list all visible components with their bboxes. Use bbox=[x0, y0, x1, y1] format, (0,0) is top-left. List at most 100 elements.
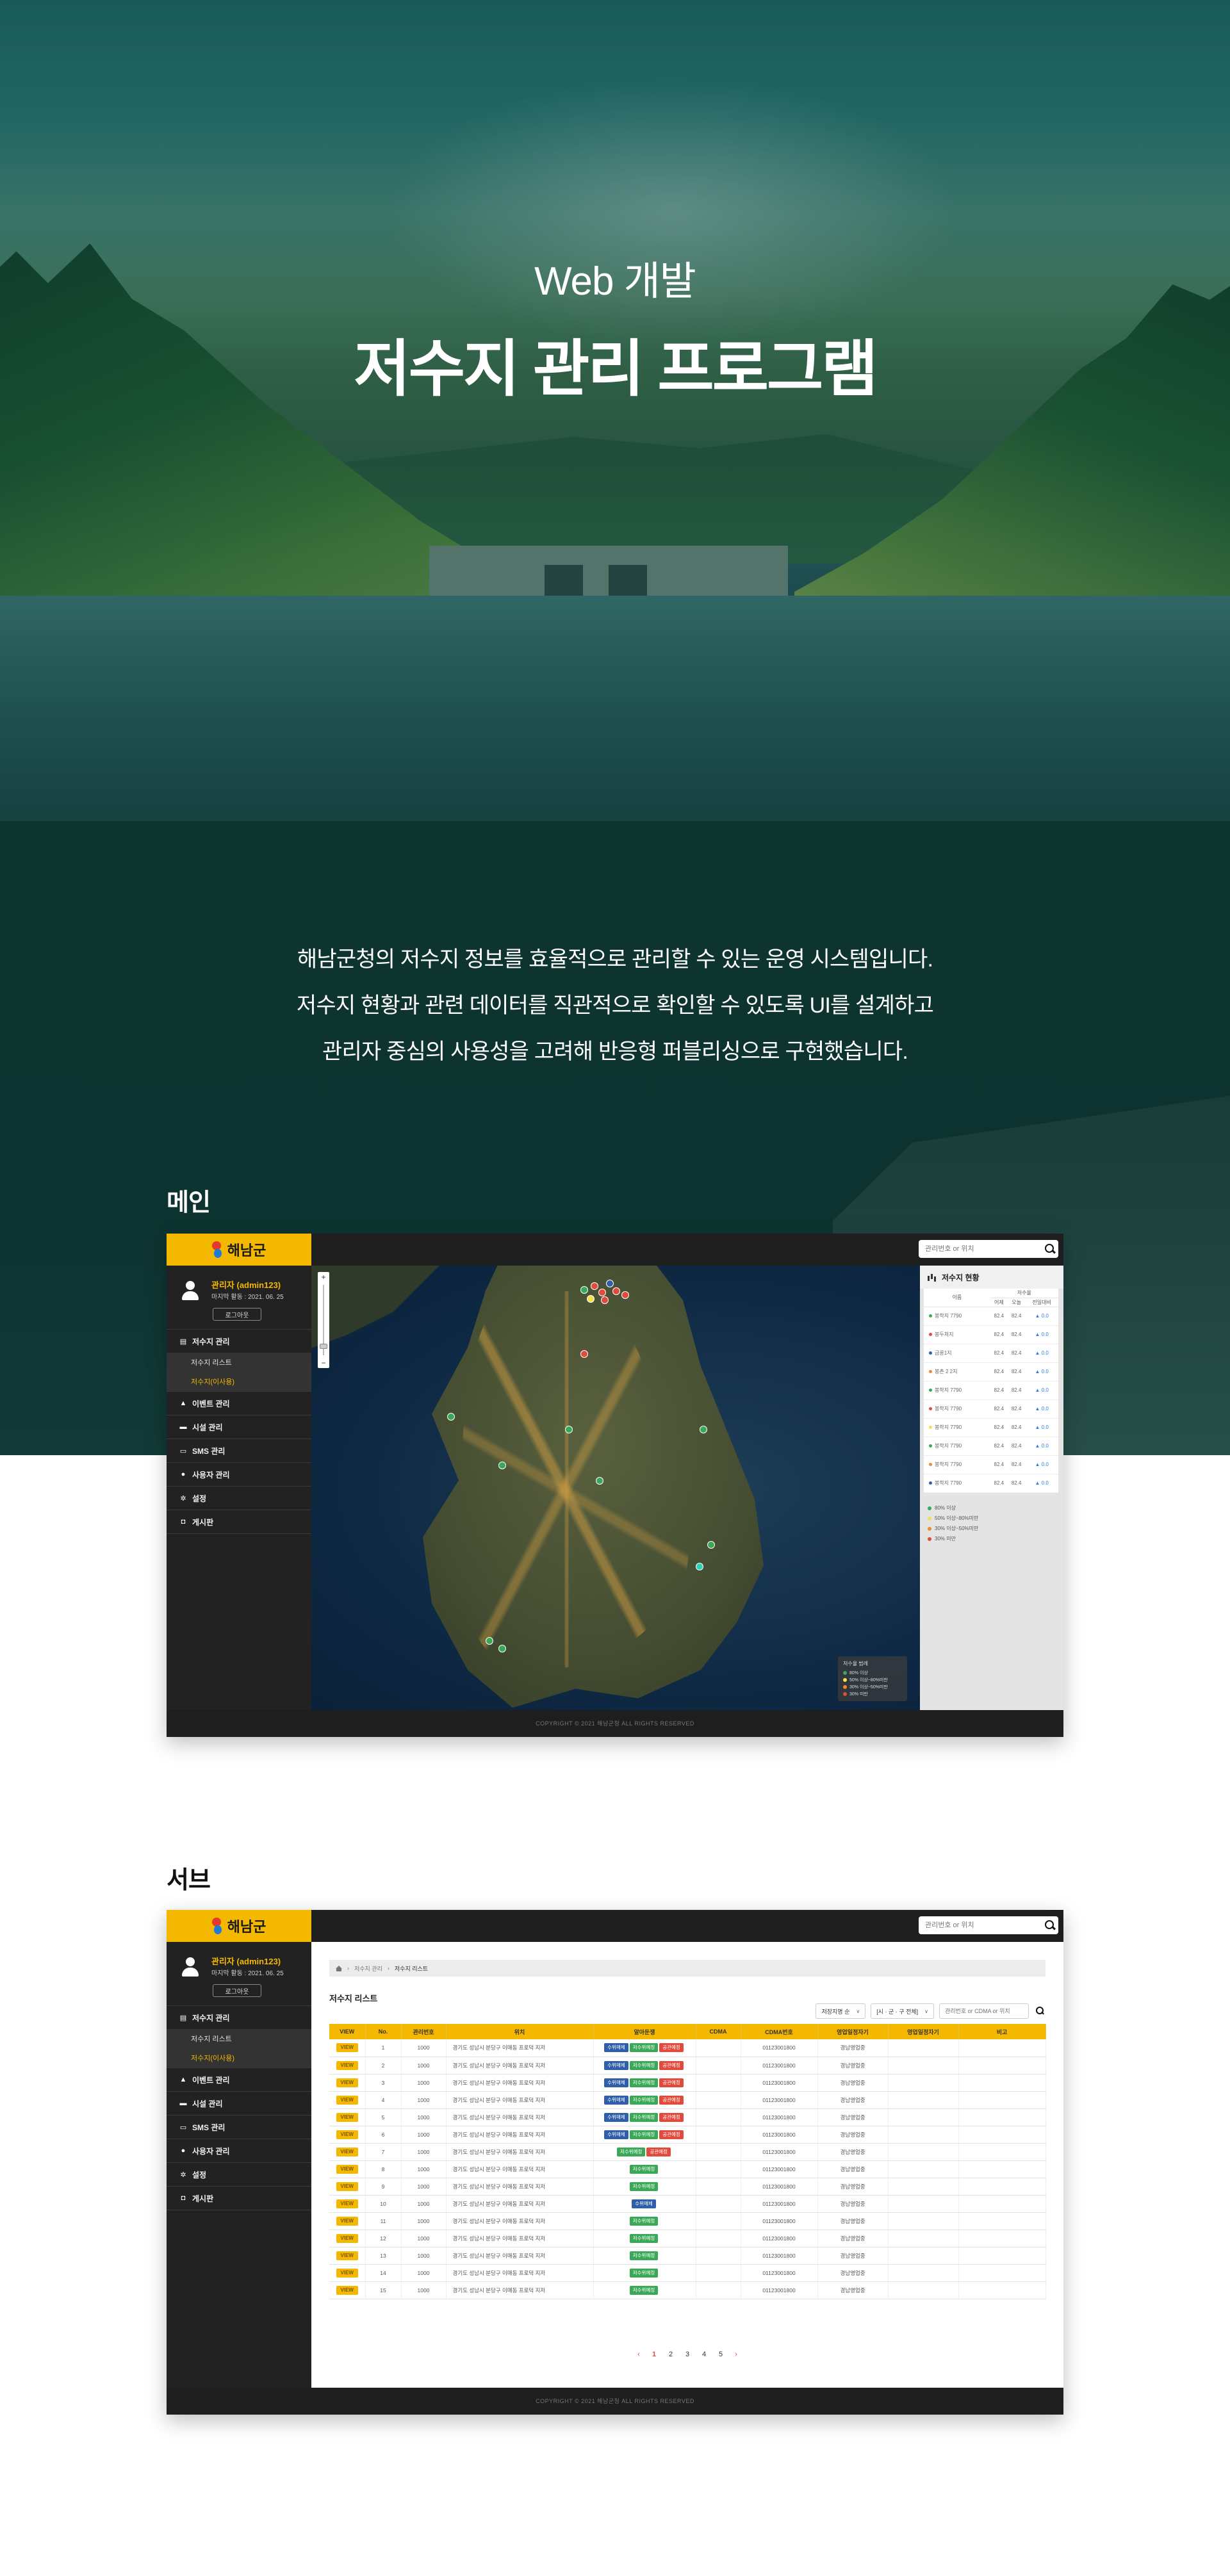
reservoir-marker[interactable] bbox=[606, 1280, 614, 1287]
view-cell: VIEW bbox=[329, 2247, 366, 2265]
view-button[interactable]: VIEW bbox=[336, 2216, 358, 2226]
search-icon[interactable] bbox=[1034, 2005, 1046, 2017]
status-row[interactable]: 봉학지 7790 82.4 82.4 ▲ 0.0 bbox=[924, 1474, 1058, 1493]
home-icon[interactable] bbox=[336, 1965, 342, 1971]
reservoir-marker[interactable] bbox=[598, 1289, 606, 1296]
status-row[interactable]: 봉학지 7790 82.4 82.4 ▲ 0.0 bbox=[924, 1437, 1058, 1456]
view-button[interactable]: VIEW bbox=[336, 2181, 358, 2191]
reservoir-marker[interactable] bbox=[612, 1287, 620, 1295]
view-button[interactable]: VIEW bbox=[336, 2095, 358, 2105]
page-button[interactable]: 3 bbox=[683, 2351, 692, 2358]
row-business-2 bbox=[888, 2091, 959, 2109]
sidebar-item-settings[interactable]: ✲ 설정 bbox=[167, 1487, 311, 1510]
sidebar-item-event[interactable]: ▲ 이벤트 관리 bbox=[167, 2068, 311, 2091]
keyword-input[interactable] bbox=[939, 2003, 1029, 2019]
page-button[interactable]: 1 bbox=[650, 2351, 659, 2358]
row-number: 11 bbox=[365, 2212, 402, 2230]
sidebar-item-reservoir[interactable]: ▤ 저수지 관리 bbox=[167, 2006, 311, 2029]
sidebar-item-sms[interactable]: ▭ SMS 관리 bbox=[167, 1439, 311, 1462]
logo[interactable]: 해남군 bbox=[167, 1910, 311, 1942]
status-row[interactable]: 봉학지 7790 82.4 82.4 ▲ 0.0 bbox=[924, 1399, 1058, 1419]
chart-icon bbox=[928, 1273, 937, 1281]
search-input[interactable] bbox=[919, 1917, 1040, 1934]
search-input[interactable] bbox=[919, 1241, 1040, 1257]
zoom-slider-handle[interactable] bbox=[320, 1344, 327, 1349]
reservoir-marker[interactable] bbox=[580, 1350, 588, 1358]
view-button[interactable]: VIEW bbox=[336, 2285, 358, 2295]
breadcrumb-item[interactable]: 저수지 관리 bbox=[354, 1964, 382, 1973]
reservoir-marker[interactable] bbox=[596, 1477, 603, 1485]
row-status: 수위매체 저수위예정 공관예정 bbox=[593, 2091, 696, 2109]
reservoir-marker[interactable] bbox=[696, 1563, 703, 1570]
page-button[interactable]: 4 bbox=[700, 2351, 709, 2358]
sidebar-item-board[interactable]: ◘ 게시판 bbox=[167, 1510, 311, 1533]
view-button[interactable]: VIEW bbox=[336, 2060, 358, 2070]
status-yesterday: 82.4 bbox=[990, 1474, 1008, 1493]
view-button[interactable]: VIEW bbox=[336, 2268, 358, 2278]
reservoir-marker[interactable] bbox=[447, 1413, 455, 1421]
view-button[interactable]: VIEW bbox=[336, 2251, 358, 2260]
reservoir-marker[interactable] bbox=[498, 1645, 506, 1652]
reservoir-marker[interactable] bbox=[498, 1462, 506, 1469]
view-button[interactable]: VIEW bbox=[336, 2112, 358, 2122]
sort-select[interactable]: 저장지명 순 ∨ bbox=[816, 2003, 866, 2019]
view-button[interactable]: VIEW bbox=[336, 2233, 358, 2243]
reservoir-map[interactable]: + − 저수율 범례 80% 이상 50% 이상~80%미만 30% 이상~50%미… bbox=[311, 1266, 920, 1710]
logo[interactable]: 해남군 bbox=[167, 1234, 311, 1266]
sidebar-item-facility[interactable]: ▬ 시설 관리 bbox=[167, 2092, 311, 2115]
prev-page-button[interactable]: ‹ bbox=[636, 2351, 642, 2358]
zoom-in-button[interactable]: + bbox=[318, 1272, 329, 1282]
reservoir-marker[interactable] bbox=[565, 1426, 573, 1433]
reservoir-marker[interactable] bbox=[621, 1291, 629, 1299]
sidebar-item-sms[interactable]: ▭ SMS 관리 bbox=[167, 2115, 311, 2139]
reservoir-marker[interactable] bbox=[486, 1637, 493, 1645]
sidebar-subitem-reservoir-list[interactable]: 저수지 리스트 bbox=[167, 2029, 311, 2048]
status-row[interactable]: 봉두쳐지 82.4 82.4 ▲ 0.0 bbox=[924, 1325, 1058, 1344]
status-row[interactable]: 봉학지 7790 82.4 82.4 ▲ 0.0 bbox=[924, 1418, 1058, 1437]
table-header: 영업일정자기 bbox=[888, 2024, 959, 2039]
status-row[interactable]: 봉촌 2 2지 82.4 82.4 ▲ 0.0 bbox=[924, 1362, 1058, 1382]
status-row[interactable]: 봉학지 7790 82.4 82.4 ▲ 0.0 bbox=[924, 1455, 1058, 1474]
sidebar-item-user[interactable]: ● 사용자 관리 bbox=[167, 1463, 311, 1486]
reservoir-marker[interactable] bbox=[587, 1295, 594, 1303]
search-icon[interactable] bbox=[1040, 1240, 1058, 1258]
sidebar-item-board[interactable]: ◘ 게시판 bbox=[167, 2187, 311, 2210]
sidebar-subitem-reservoir-list[interactable]: 저수지 리스트 bbox=[167, 1353, 311, 1372]
hero-section: Web 개발 저수지 관리 프로그램 bbox=[0, 0, 1230, 821]
sidebar-subitem-reservoir-detail[interactable]: 저수지(이사용) bbox=[167, 2048, 311, 2067]
row-status: 저수위예정 bbox=[593, 2247, 696, 2265]
zoom-out-button[interactable]: − bbox=[318, 1358, 329, 1368]
status-row[interactable]: 봉학지 7790 82.4 82.4 ▲ 0.0 bbox=[924, 1381, 1058, 1400]
row-address: 경기도 성남시 분당구 이매동 프로덕 지저 bbox=[446, 2160, 594, 2178]
sidebar-subitem-reservoir-detail[interactable]: 저수지(이사용) bbox=[167, 1372, 311, 1391]
page-button[interactable]: 2 bbox=[666, 2351, 675, 2358]
page-button[interactable]: 5 bbox=[716, 2351, 725, 2358]
status-change: ▲ 0.0 bbox=[1025, 1362, 1058, 1382]
status-row[interactable]: 봉학지 7790 82.4 82.4 ▲ 0.0 bbox=[924, 1307, 1058, 1326]
status-panel-header: 저수지 현황 bbox=[920, 1266, 1063, 1289]
reservoir-marker[interactable] bbox=[580, 1286, 588, 1294]
view-button[interactable]: VIEW bbox=[336, 2043, 358, 2053]
view-button[interactable]: VIEW bbox=[336, 2199, 358, 2208]
sidebar-item-settings[interactable]: ✲ 설정 bbox=[167, 2163, 311, 2186]
reservoir-marker[interactable] bbox=[700, 1426, 707, 1433]
sidebar-item-user[interactable]: ● 사용자 관리 bbox=[167, 2139, 311, 2162]
reservoir-marker[interactable] bbox=[707, 1541, 715, 1549]
view-button[interactable]: VIEW bbox=[336, 2164, 358, 2174]
sidebar-item-facility[interactable]: ▬ 시설 관리 bbox=[167, 1415, 311, 1439]
view-button[interactable]: VIEW bbox=[336, 2130, 358, 2139]
next-page-button[interactable]: › bbox=[733, 2351, 739, 2358]
logout-button[interactable]: 로그아웃 bbox=[213, 1984, 261, 1997]
view-button[interactable]: VIEW bbox=[336, 2147, 358, 2156]
logout-button[interactable]: 로그아웃 bbox=[213, 1308, 261, 1321]
map-zoom-control[interactable]: + − bbox=[318, 1272, 329, 1368]
region-select[interactable]: [시 · 군 · 구 전체] ∨ bbox=[871, 2003, 934, 2019]
search-icon[interactable] bbox=[1040, 1916, 1058, 1934]
sidebar-item-event[interactable]: ▲ 이벤트 관리 bbox=[167, 1392, 311, 1415]
sidebar-item-reservoir[interactable]: ▤ 저수지 관리 bbox=[167, 1330, 311, 1353]
reservoir-marker[interactable] bbox=[601, 1296, 609, 1304]
status-row[interactable]: 금릉1지 82.4 82.4 ▲ 0.0 bbox=[924, 1344, 1058, 1363]
view-button[interactable]: VIEW bbox=[336, 2078, 358, 2087]
reservoir-marker[interactable] bbox=[591, 1282, 598, 1290]
view-cell: VIEW bbox=[329, 2108, 366, 2126]
